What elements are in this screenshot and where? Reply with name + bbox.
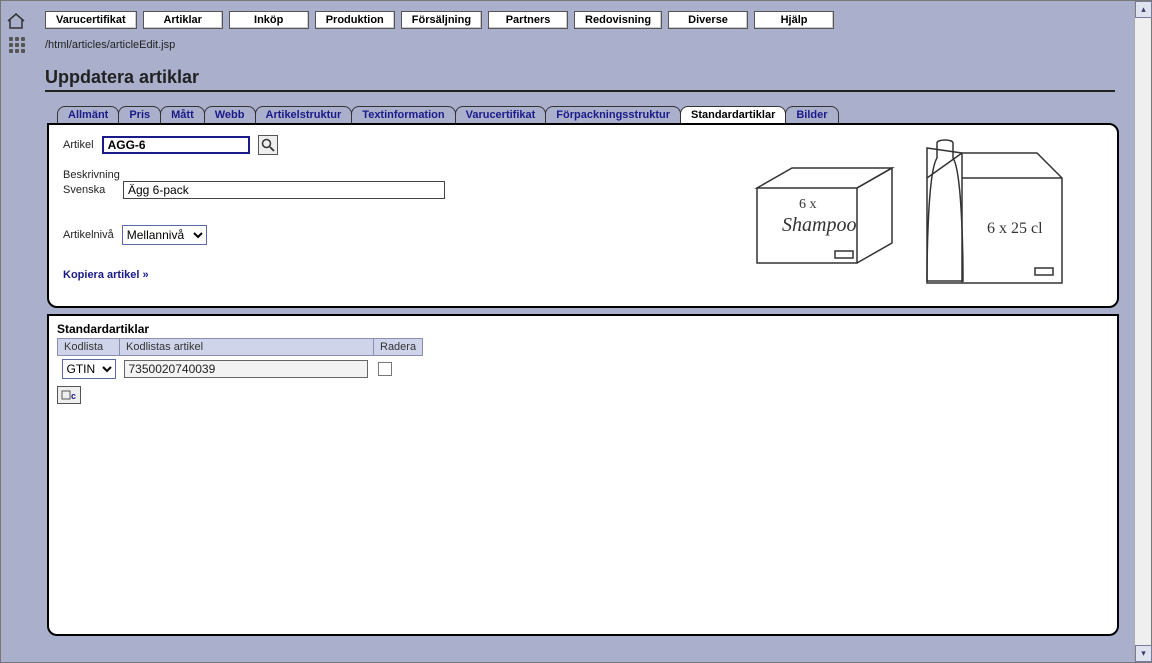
scroll-up-button[interactable]: ▴ [1135,1,1152,18]
form-panel: Artikel Beskrivning Svenska Artikelnivå … [47,123,1119,308]
top-menu: Varucertifikat Artiklar Inköp Produktion… [45,11,834,29]
breadcrumb: /html/articles/articleEdit.jsp [45,39,175,51]
tab-varucertifikat[interactable]: Varucertifikat [455,106,547,123]
search-icon [261,138,275,152]
tab-textinformation[interactable]: Textinformation [351,106,455,123]
tab-standardartiklar[interactable]: Standardartiklar [680,106,786,123]
level-label: Artikelnivå [63,229,114,241]
col-kodlistas-artikel: Kodlistas artikel [120,339,374,356]
menu-redovisning[interactable]: Redovisning [574,11,662,29]
scroll-track[interactable] [1135,18,1151,645]
menu-diverse[interactable]: Diverse [668,11,748,29]
menu-inkop[interactable]: Inköp [229,11,309,29]
svg-text:6 x 25 cl: 6 x 25 cl [987,220,1043,237]
article-label: Artikel [63,139,94,151]
description-input[interactable] [123,181,445,199]
svg-text:c: c [71,391,76,401]
menu-hjalp[interactable]: Hjälp [754,11,834,29]
menu-varucertifikat[interactable]: Varucertifikat [45,11,137,29]
level-select[interactable]: Mellannivå [122,225,207,245]
delete-checkbox[interactable] [378,362,392,376]
menu-produktion[interactable]: Produktion [315,11,395,29]
svg-text:Shampoo: Shampoo [782,214,856,236]
page-title: Uppdatera artiklar [45,67,1115,92]
standard-articles-table: Kodlista Kodlistas artikel Radera GTIN [57,338,423,382]
svg-text:6 x: 6 x [799,197,817,212]
kodlistas-artikel-input[interactable] [124,360,368,378]
tab-forpackningsstruktur[interactable]: Förpackningsstruktur [545,106,681,123]
tab-pris[interactable]: Pris [118,106,161,123]
package-illustration: 6 x Shampoo 6 x 25 cl [737,133,1087,301]
menu-artiklar[interactable]: Artiklar [143,11,223,29]
scroll-down-button[interactable]: ▾ [1135,645,1152,662]
menu-partners[interactable]: Partners [488,11,568,29]
description-lang-label: Svenska [63,184,115,196]
tab-allmant[interactable]: Allmänt [57,106,119,123]
tab-artikelstruktur[interactable]: Artikelstruktur [255,106,353,123]
tab-matt[interactable]: Mått [160,106,205,123]
vertical-scrollbar[interactable]: ▴ ▾ [1134,1,1151,662]
article-input[interactable] [102,136,250,154]
copy-article-link[interactable]: Kopiera artikel » [63,269,149,281]
col-kodlista: Kodlista [58,339,120,356]
menu-forsaljning[interactable]: Försäljning [401,11,482,29]
home-icon[interactable] [7,13,25,32]
section-title: Standardartiklar [57,322,1109,336]
tab-bilder[interactable]: Bilder [785,106,838,123]
col-radera: Radera [374,339,423,356]
tab-webb[interactable]: Webb [204,106,256,123]
standard-articles-panel: Standardartiklar Kodlista Kodlistas arti… [47,314,1119,636]
table-row: GTIN [58,356,423,383]
apps-grid-icon[interactable] [9,37,25,53]
article-lookup-button[interactable] [258,135,278,155]
add-row-button[interactable]: c [57,386,81,404]
tab-strip: Allmänt Pris Mått Webb Artikelstruktur T… [57,106,838,123]
add-row-icon: c [61,389,77,401]
kodlista-select[interactable]: GTIN [62,359,116,379]
